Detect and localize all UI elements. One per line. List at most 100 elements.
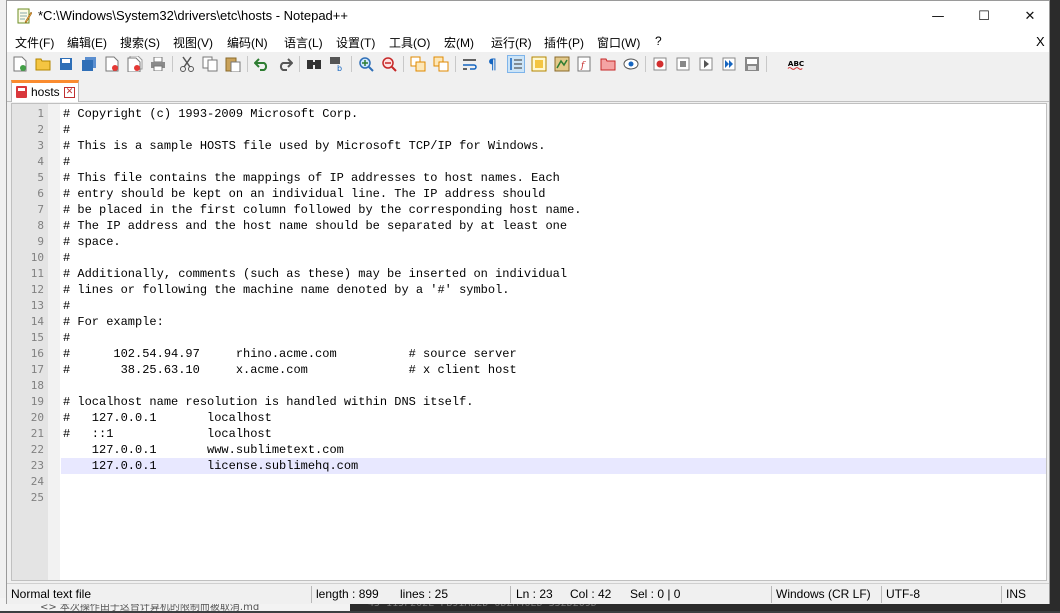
code-line-text: # [63,155,71,169]
code-line[interactable]: # Copyright (c) 1993-2009 Microsoft Corp… [61,106,1046,122]
playback-macro-icon[interactable] [697,55,715,73]
sync-horizontal-icon[interactable] [432,55,450,73]
toolbar-separator [403,56,404,72]
code-line[interactable] [61,490,1046,506]
new-file-icon[interactable] [11,55,29,73]
code-line[interactable]: # ::1 localhost [61,426,1046,442]
zoom-out-icon[interactable] [380,55,398,73]
code-line[interactable]: 127.0.0.1 www.sublimetext.com [61,442,1046,458]
code-line[interactable] [61,378,1046,394]
menu-plugins[interactable]: 插件(P) [544,34,584,51]
status-insert-mode[interactable]: INS [1006,587,1026,601]
replace-icon[interactable]: b [328,55,346,73]
code-line[interactable]: # This file contains the mappings of IP … [61,170,1046,186]
status-column: Col : 42 [570,587,612,601]
menu-view[interactable]: 视图(V) [173,34,213,51]
line-number: 20 [30,411,44,424]
toolbar-separator [247,56,248,72]
code-line-text: # Additionally, comments (such as these)… [63,267,568,281]
menu-search[interactable]: 搜索(S) [120,34,160,51]
menu-help[interactable]: ? [655,34,662,48]
code-line[interactable] [61,474,1046,490]
current-code-line[interactable]: 127.0.0.1 license.sublimehq.com [61,458,1046,474]
code-line[interactable]: # [61,330,1046,346]
folder-as-workspace-icon[interactable] [599,55,617,73]
code-line[interactable]: # [61,122,1046,138]
code-line-text: # The IP address and the host name shoul… [63,219,568,233]
redo-icon[interactable] [276,55,294,73]
record-macro-icon[interactable] [651,55,669,73]
code-line[interactable]: # lines or following the machine name de… [61,282,1046,298]
function-list-icon[interactable]: f [576,55,594,73]
close-icon[interactable] [103,55,121,73]
save-icon[interactable] [57,55,75,73]
code-line[interactable]: # [61,250,1046,266]
code-line-text: # [63,331,71,345]
code-line[interactable]: # 127.0.0.1 localhost [61,410,1046,426]
menu-encoding[interactable]: 编码(N) [227,34,268,51]
show-all-chars-icon[interactable]: ¶ [484,55,502,73]
window-title: *C:\Windows\System32\drivers\etc\hosts -… [38,8,348,23]
menu-window[interactable]: 窗口(W) [597,34,640,51]
code-line[interactable]: # localhost name resolution is handled w… [61,394,1046,410]
close-document-button[interactable]: X [1036,34,1045,49]
code-line[interactable]: # 102.54.94.97 rhino.acme.com # source s… [61,346,1046,362]
user-defined-language-icon[interactable] [530,55,548,73]
menu-tools[interactable]: 工具(O) [389,34,430,51]
status-selection: Sel : 0 | 0 [630,587,681,601]
text-editor[interactable]: 1 # Copyright (c) 1993-2009 Microsoft Cor… [11,103,1047,581]
code-line[interactable]: # entry should be kept on an individual … [61,186,1046,202]
save-all-icon[interactable] [80,55,98,73]
menu-language[interactable]: 语言(L) [284,34,323,51]
sync-vertical-icon[interactable] [409,55,427,73]
word-wrap-icon[interactable] [461,55,479,73]
run-macro-multiple-icon[interactable] [720,55,738,73]
menu-macro[interactable]: 宏(M) [444,34,474,51]
maximize-button[interactable]: ☐ [961,1,1007,32]
code-line[interactable]: # [61,154,1046,170]
toolbar-separator [455,56,456,72]
document-map-icon[interactable] [553,55,571,73]
code-line[interactable]: # be placed in the first column followed… [61,202,1046,218]
code-line[interactable]: # The IP address and the host name shoul… [61,218,1046,234]
menu-settings[interactable]: 设置(T) [336,34,375,51]
zoom-in-icon[interactable] [357,55,375,73]
line-number: 10 [30,251,44,264]
code-line-text: # 127.0.0.1 localhost [63,411,272,425]
close-window-button[interactable]: ✕ [1007,1,1053,32]
line-number: 24 [30,475,44,488]
code-line-text: # This is a sample HOSTS file used by Mi… [63,139,546,153]
print-icon[interactable] [149,55,167,73]
title-bar[interactable]: *C:\Windows\System32\drivers\etc\hosts -… [7,1,1049,32]
copy-icon[interactable] [201,55,219,73]
code-line[interactable]: # This is a sample HOSTS file used by Mi… [61,138,1046,154]
open-file-icon[interactable] [34,55,52,73]
code-line[interactable]: # Additionally, comments (such as these)… [61,266,1046,282]
stop-macro-icon[interactable] [674,55,692,73]
menu-file[interactable]: 文件(F) [15,34,54,51]
monitoring-icon[interactable] [622,55,640,73]
cut-icon[interactable] [178,55,196,73]
code-line[interactable]: # 38.25.63.10 x.acme.com # x client host [61,362,1046,378]
code-line-text: # For example: [63,315,164,329]
status-encoding[interactable]: UTF-8 [886,587,920,601]
code-line[interactable]: # [61,298,1046,314]
save-macro-icon[interactable] [743,55,761,73]
tab-close-icon[interactable]: ✕ [64,87,75,98]
menu-edit[interactable]: 编辑(E) [67,34,107,51]
find-icon[interactable] [305,55,323,73]
status-eol-format[interactable]: Windows (CR LF) [776,587,871,601]
menu-run[interactable]: 运行(R) [491,34,532,51]
line-number: 7 [37,203,44,216]
line-number: 16 [30,347,44,360]
tab-hosts[interactable]: hosts ✕ [11,80,79,102]
code-line[interactable]: # For example: [61,314,1046,330]
undo-icon[interactable] [253,55,271,73]
status-lines: lines : 25 [400,587,449,601]
indent-guide-icon[interactable] [507,55,525,73]
spell-check-icon[interactable]: ABC [787,55,805,73]
close-all-icon[interactable] [126,55,144,73]
minimize-button[interactable]: — [915,1,961,32]
paste-icon[interactable] [224,55,242,73]
code-line[interactable]: # space. [61,234,1046,250]
